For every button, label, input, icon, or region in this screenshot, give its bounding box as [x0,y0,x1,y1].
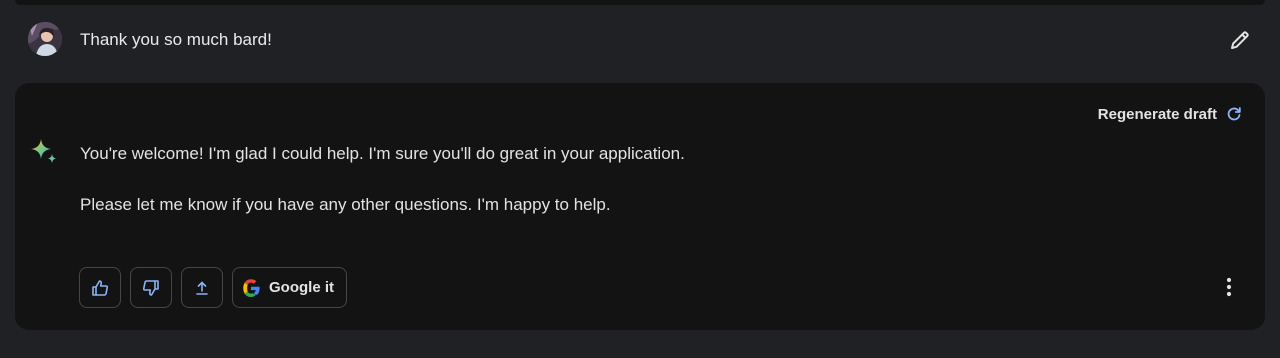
more-options-button[interactable] [1217,275,1241,299]
user-message-row: Thank you so much bard! [0,18,1280,62]
pencil-icon [1231,31,1249,49]
user-avatar[interactable] [28,22,62,56]
google-g-icon [243,278,260,297]
regenerate-draft-button[interactable]: Regenerate draft [1098,105,1243,123]
like-button[interactable] [79,267,121,308]
google-it-label: Google it [269,279,334,296]
response-card: Regenerate draft You're welcome! I'm gla… [15,83,1265,330]
response-text: You're welcome! I'm glad I could help. I… [80,143,1180,245]
more-vertical-icon [1226,277,1232,297]
edit-message-button[interactable] [1224,24,1256,56]
thumbs-down-icon [142,279,159,296]
response-paragraph: Please let me know if you have any other… [80,195,611,214]
refresh-icon [1227,107,1241,121]
regenerate-label: Regenerate draft [1097,105,1217,123]
share-button[interactable] [181,267,223,308]
previous-card-edge [15,0,1265,5]
response-paragraph: You're welcome! I'm glad I could help. I… [80,144,685,163]
dislike-button[interactable] [130,267,172,308]
response-actions: Google it [79,267,347,308]
share-upload-icon [196,281,208,295]
chat-page: Thank you so much bard! Regenerate draft [0,0,1280,358]
thumbs-up-icon [92,279,109,296]
bard-sparkle-icon [31,139,56,163]
user-message-text: Thank you so much bard! [80,30,272,49]
google-it-button[interactable]: Google it [232,267,347,308]
